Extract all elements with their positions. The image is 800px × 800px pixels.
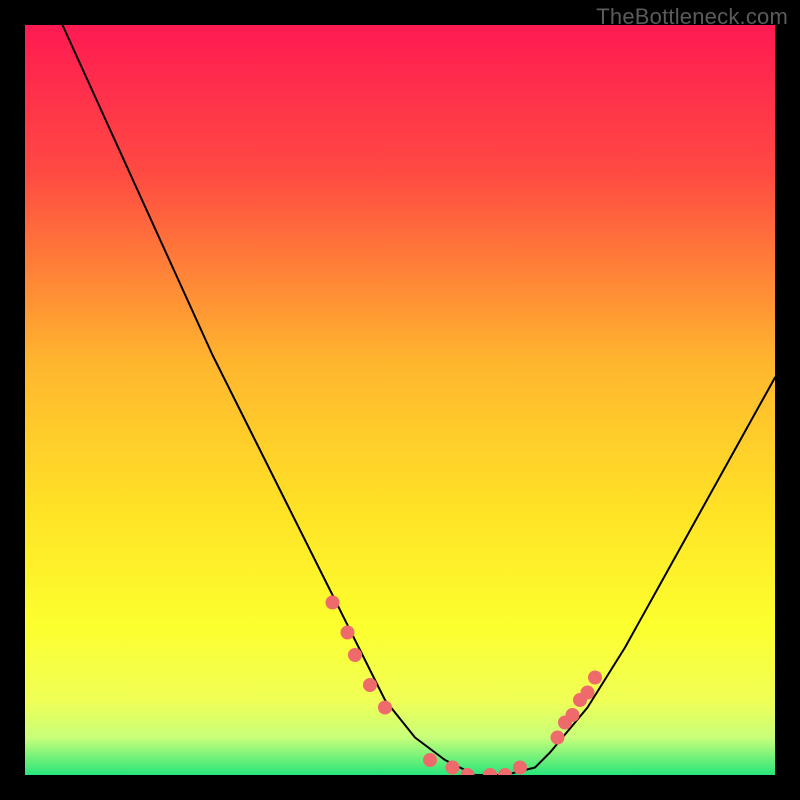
data-marker <box>363 678 377 692</box>
plot-area <box>25 25 775 775</box>
chart-container: TheBottleneck.com <box>0 0 800 800</box>
gradient-background <box>25 25 775 775</box>
data-marker <box>588 671 602 685</box>
data-marker <box>581 686 595 700</box>
data-marker <box>446 761 460 775</box>
data-marker <box>341 626 355 640</box>
data-marker <box>326 596 340 610</box>
data-marker <box>566 708 580 722</box>
bottleneck-chart <box>25 25 775 775</box>
data-marker <box>513 761 527 775</box>
data-marker <box>423 753 437 767</box>
data-marker <box>551 731 565 745</box>
data-marker <box>348 648 362 662</box>
data-marker <box>378 701 392 715</box>
